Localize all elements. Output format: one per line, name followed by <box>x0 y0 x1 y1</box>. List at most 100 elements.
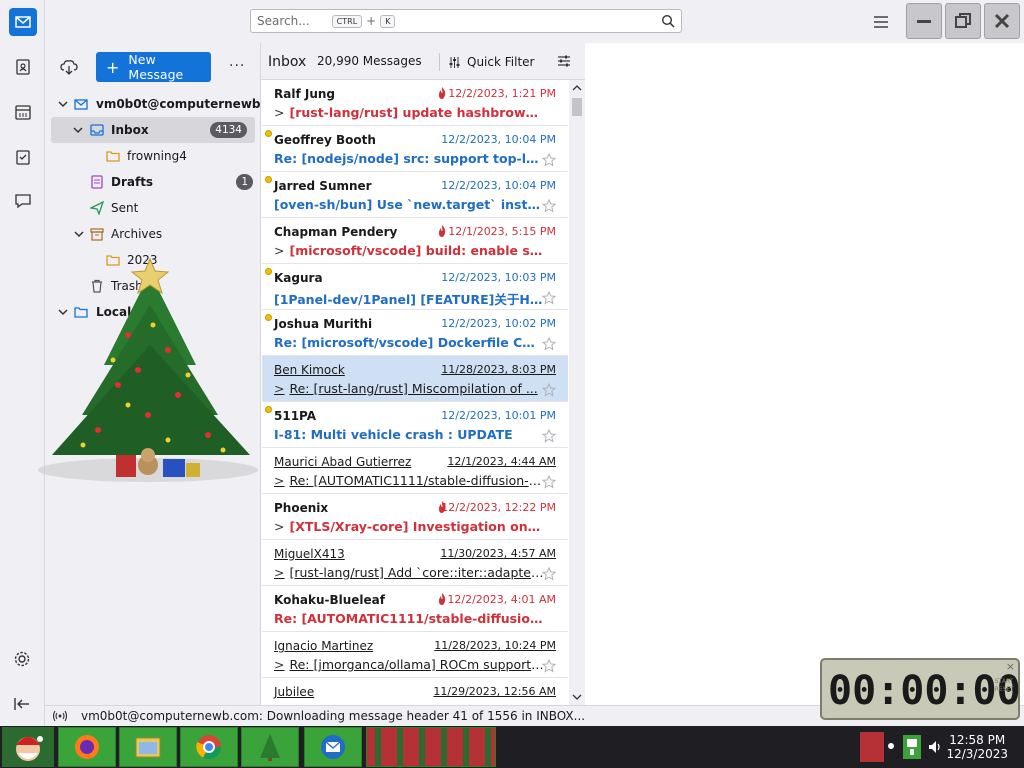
message-row[interactable]: Maurici Abad Gutierrez 12/1/2023, 4:44 A… <box>262 448 568 494</box>
star-icon[interactable] <box>542 475 556 489</box>
star-icon[interactable] <box>542 429 556 443</box>
archive-icon <box>90 228 104 241</box>
folder-pane-more-button[interactable]: ··· <box>229 58 245 74</box>
taskbar-clock[interactable]: 12:58 PM 12/3/2023 <box>946 733 1008 761</box>
message-sender: Jubilee <box>274 685 315 699</box>
message-subject: >[rust-lang/rust] update hashbrown (PR #… <box>274 105 544 120</box>
mail-space-button[interactable] <box>9 8 37 36</box>
chat-icon <box>15 194 31 209</box>
calendar-space-button[interactable] <box>9 98 37 126</box>
start-button[interactable] <box>2 727 54 767</box>
folder-archives[interactable]: Archives <box>45 221 261 247</box>
search-input[interactable]: Search... CTRL + K <box>250 9 682 33</box>
chevron-down-icon[interactable] <box>57 98 69 110</box>
folder-sent[interactable]: Sent <box>45 195 261 221</box>
chevron-down-icon[interactable] <box>72 124 84 136</box>
message-row[interactable]: MiguelX413 11/30/2023, 4:57 AM > [rust-la… <box>262 540 568 586</box>
tasks-space-button[interactable] <box>9 143 37 171</box>
message-date: 12/2/2023, 12:22 PM <box>441 501 556 514</box>
timer-gadget[interactable]: 00:00:00 × START RESET <box>820 658 1021 720</box>
thread-chevron-icon[interactable]: > <box>274 243 284 258</box>
folder-label: Archives <box>111 227 163 241</box>
address-book-space-button[interactable] <box>9 53 37 81</box>
christmas-tree-gadget[interactable] <box>28 255 258 495</box>
star-icon[interactable] <box>542 383 556 397</box>
taskbar-xmas-tree[interactable] <box>241 727 299 767</box>
display-options-icon[interactable] <box>557 54 571 68</box>
thread-chevron-icon[interactable]: > <box>274 657 284 672</box>
restore-button[interactable] <box>945 3 981 39</box>
folder-label: Inbox <box>111 123 149 137</box>
app-menu-icon[interactable] <box>871 12 891 32</box>
message-row[interactable]: Jarred Sumner 12/2/2023, 10:04 PM [oven-… <box>262 172 568 218</box>
star-icon[interactable] <box>542 659 556 673</box>
taskbar-chrome[interactable] <box>180 727 238 767</box>
online-status-icon[interactable] <box>53 709 67 723</box>
timer-controls-text[interactable]: START RESET <box>995 678 1014 694</box>
tray-dot-icon[interactable] <box>887 742 895 750</box>
folder-inbox[interactable]: Inbox 4134 <box>51 117 255 143</box>
star-icon[interactable] <box>542 567 556 581</box>
taskbar-firefox[interactable] <box>58 727 116 767</box>
quick-filter-label: Quick Filter <box>467 55 535 69</box>
search-icon[interactable] <box>661 14 675 28</box>
message-row[interactable]: Kohaku-Blueleaf 12/2/2023, 4:01 AM Re: [… <box>262 586 568 632</box>
collapse-spaces-button[interactable] <box>13 695 31 713</box>
message-row[interactable]: Ignacio Martinez 11/28/2023, 10:24 PM > R… <box>262 632 568 678</box>
message-date: 11/29/2023, 12:56 AM <box>433 685 556 698</box>
message-row[interactable]: Joshua Murithi 12/2/2023, 10:02 PM Re: [… <box>262 310 568 356</box>
thread-chevron-icon[interactable]: > <box>274 105 284 120</box>
scroll-up-icon[interactable] <box>569 82 585 94</box>
folder-frowning4[interactable]: frowning4 <box>45 143 261 169</box>
message-list: Ralf Jung 12/2/2023, 1:21 PM > [rust-lang… <box>261 80 569 705</box>
message-row[interactable]: Jubilee 11/29/2023, 12:56 AM <box>262 678 568 705</box>
message-date: 12/2/2023, 4:01 AM <box>447 593 556 606</box>
scroll-down-icon[interactable] <box>569 691 585 703</box>
network-icon[interactable] <box>902 734 922 760</box>
taskbar-open-windows[interactable] <box>366 727 496 767</box>
tray-indicator[interactable] <box>860 732 884 762</box>
message-row-selected[interactable]: Ben Kimock 11/28/2023, 8:03 PM > Re: [rus… <box>262 356 568 402</box>
message-subject: > Re: [jmorganca/ollama] ROCm support ... <box>274 657 544 672</box>
thread-chevron-icon[interactable]: > <box>274 565 284 580</box>
message-count: 20,990 Messages <box>317 54 422 68</box>
message-subject: > Re: [AUTOMATIC1111/stable-diffusion-w..… <box>274 473 544 488</box>
minimize-button[interactable] <box>906 3 942 39</box>
chat-space-button[interactable] <box>9 187 37 215</box>
account-row[interactable]: vm0b0t@computernewb... <box>45 91 274 117</box>
message-row[interactable]: Geoffrey Booth 12/2/2023, 10:04 PM Re: [… <box>262 126 568 172</box>
message-date: 11/28/2023, 10:24 PM <box>434 639 556 652</box>
folder-drafts[interactable]: Drafts 1 <box>45 169 261 195</box>
message-row[interactable]: Chapman Pendery 12/1/2023, 5:15 PM > [mic… <box>262 218 568 264</box>
quick-filter-button[interactable]: Quick Filter <box>439 53 534 71</box>
scrollbar-thumb[interactable] <box>572 98 582 116</box>
new-message-button[interactable]: + New Message <box>96 52 211 82</box>
chevron-down-icon[interactable] <box>73 228 85 240</box>
taskbar-file-explorer[interactable] <box>119 727 177 767</box>
settings-button[interactable] <box>13 650 31 668</box>
message-sender: Jarred Sumner <box>274 179 372 193</box>
message-row[interactable]: Kagura 12/2/2023, 10:03 PM [1Panel-dev/1… <box>262 264 568 310</box>
gear-icon <box>14 651 30 667</box>
message-subject: I-81: Multi vehicle crash : UPDATE <box>274 427 513 442</box>
star-icon[interactable] <box>542 153 556 167</box>
get-messages-icon[interactable] <box>60 58 78 76</box>
star-icon[interactable] <box>542 199 556 213</box>
title-bar: Search... CTRL + K <box>45 0 1024 43</box>
message-row[interactable]: Phoenix 12/2/2023, 12:22 PM > [XTLS/Xray-… <box>262 494 568 540</box>
thread-chevron-icon[interactable]: > <box>274 473 284 488</box>
message-list-scrollbar[interactable] <box>569 80 585 705</box>
star-icon[interactable] <box>542 291 556 305</box>
close-button[interactable] <box>984 3 1020 39</box>
thread-chevron-icon[interactable]: > <box>274 519 284 534</box>
volume-icon[interactable] <box>927 739 943 755</box>
taskbar-thunderbird[interactable] <box>304 727 362 767</box>
shortcut-key-ctrl: CTRL <box>331 14 363 28</box>
timer-close-button[interactable]: × <box>1006 660 1015 673</box>
message-row[interactable]: 511PA 12/2/2023, 10:01 PM I-81: Multi ve… <box>262 402 568 448</box>
folder-label: frowning4 <box>127 149 187 163</box>
star-icon[interactable] <box>542 337 556 351</box>
message-date: 12/2/2023, 10:02 PM <box>441 317 556 330</box>
thread-chevron-icon[interactable]: > <box>274 381 284 396</box>
message-row[interactable]: Ralf Jung 12/2/2023, 1:21 PM > [rust-lang… <box>262 80 568 126</box>
